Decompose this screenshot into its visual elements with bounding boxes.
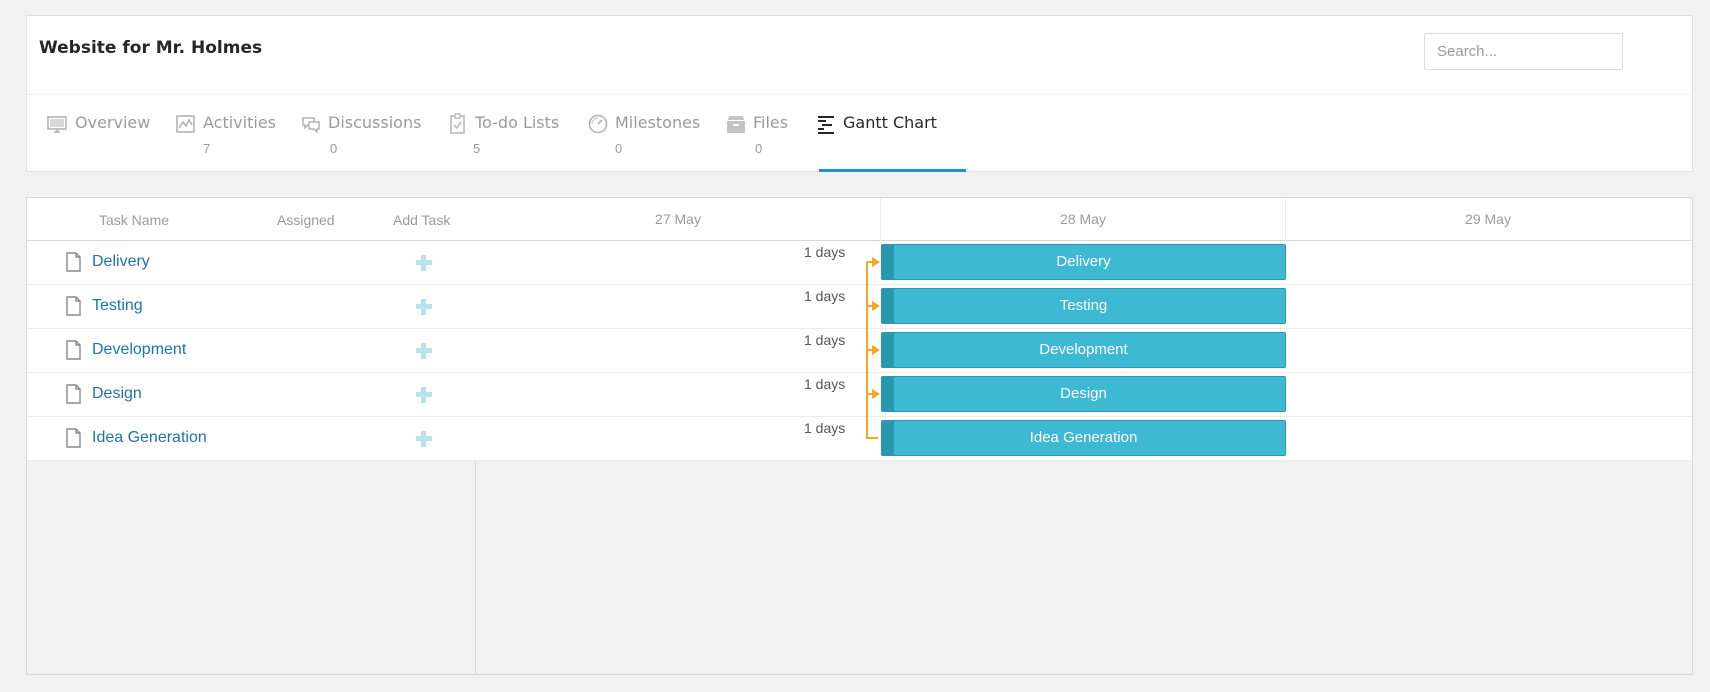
file-icon bbox=[66, 340, 81, 360]
task-bar[interactable]: Idea Generation bbox=[881, 420, 1286, 456]
duration-label: 1 days bbox=[804, 332, 846, 348]
task-row[interactable]: Testing bbox=[27, 285, 476, 329]
task-name-link[interactable]: Idea Generation bbox=[92, 429, 207, 447]
active-tab-indicator bbox=[819, 169, 966, 172]
tab-label: Milestones bbox=[615, 113, 701, 132]
monitor-icon bbox=[47, 116, 67, 133]
grid-header: Task Name Assigned Add Task bbox=[27, 198, 476, 241]
task-name-link[interactable]: Testing bbox=[92, 297, 143, 315]
tab-milestones[interactable]: Milestones 0 bbox=[587, 111, 712, 171]
add-task-button[interactable] bbox=[414, 297, 434, 317]
tab-count: 0 bbox=[615, 141, 623, 156]
task-bar[interactable]: Delivery bbox=[881, 244, 1286, 280]
gauge-icon bbox=[588, 114, 608, 134]
task-bar-progress bbox=[882, 289, 894, 323]
task-bar-label: Delivery bbox=[1056, 253, 1111, 270]
tab-overview[interactable]: Overview bbox=[47, 111, 151, 171]
clipboard-icon bbox=[450, 113, 465, 134]
task-bar[interactable]: Design bbox=[881, 376, 1286, 412]
timeline-row: 1 days Testing bbox=[476, 285, 1692, 329]
gantt-chart: Task Name Assigned Add Task Delivery Test… bbox=[26, 197, 1693, 675]
tab-count: 0 bbox=[755, 141, 763, 156]
task-bar-progress bbox=[882, 245, 894, 279]
tab-gantt-chart[interactable]: Gantt Chart bbox=[815, 111, 965, 171]
task-bar[interactable]: Testing bbox=[881, 288, 1286, 324]
tab-label: Files bbox=[753, 113, 789, 132]
file-icon bbox=[66, 252, 81, 272]
gantt-icon bbox=[818, 116, 834, 134]
archive-icon bbox=[727, 116, 745, 133]
add-task-button[interactable] bbox=[414, 385, 434, 405]
task-bar-label: Development bbox=[1039, 341, 1128, 358]
tab-label: Discussions bbox=[328, 113, 422, 132]
task-bar[interactable]: Development bbox=[881, 332, 1286, 368]
task-grid: Task Name Assigned Add Task Delivery Test… bbox=[27, 198, 476, 674]
project-header: Website for Mr. Holmes Overview Activiti… bbox=[26, 15, 1693, 172]
task-bar-label: Idea Generation bbox=[1029, 429, 1138, 446]
duration-label: 1 days bbox=[804, 288, 846, 304]
date-cell: 28 May bbox=[881, 198, 1286, 241]
header-divider bbox=[27, 94, 1692, 95]
file-icon bbox=[66, 428, 81, 448]
task-name-link[interactable]: Development bbox=[92, 341, 186, 359]
duration-label: 1 days bbox=[804, 420, 846, 436]
project-title: Website for Mr. Holmes bbox=[39, 38, 263, 58]
task-row[interactable]: Idea Generation bbox=[27, 417, 476, 461]
tab-count: 0 bbox=[330, 141, 338, 156]
column-task-name[interactable]: Task Name bbox=[99, 212, 169, 228]
task-row[interactable]: Design bbox=[27, 373, 476, 417]
tab-discussions[interactable]: Discussions 0 bbox=[300, 111, 430, 171]
tab-label: Overview bbox=[75, 113, 151, 132]
timeline-header: 27 May 28 May 29 May bbox=[476, 198, 1692, 241]
activity-chart-icon bbox=[176, 115, 195, 133]
task-row[interactable]: Delivery bbox=[27, 241, 476, 285]
file-icon bbox=[66, 384, 81, 404]
duration-label: 1 days bbox=[804, 376, 846, 392]
timeline-panel: 27 May 28 May 29 May 1 days Delivery 1 day… bbox=[476, 198, 1692, 674]
task-row[interactable]: Development bbox=[27, 329, 476, 373]
tab-todo-lists[interactable]: To-do Lists 5 bbox=[447, 111, 567, 171]
timeline-row: 1 days Design bbox=[476, 373, 1692, 417]
timeline-row: 1 days Idea Generation bbox=[476, 417, 1692, 461]
tab-count: 7 bbox=[203, 141, 211, 156]
task-bar-progress bbox=[882, 333, 894, 367]
tab-count: 5 bbox=[473, 141, 481, 156]
task-name-link[interactable]: Design bbox=[92, 385, 142, 403]
chat-bubbles-icon bbox=[302, 117, 320, 134]
tab-activities[interactable]: Activities 7 bbox=[175, 111, 285, 171]
task-bar-progress bbox=[882, 421, 894, 455]
task-bar-progress bbox=[882, 377, 894, 411]
timeline-row: 1 days Delivery bbox=[476, 241, 1692, 285]
tab-files[interactable]: Files 0 bbox=[725, 111, 800, 171]
tab-label: To-do Lists bbox=[475, 113, 560, 132]
task-name-link[interactable]: Delivery bbox=[92, 253, 150, 271]
timeline-row: 1 days Development bbox=[476, 329, 1692, 373]
add-task-button[interactable] bbox=[414, 253, 434, 273]
add-task-button[interactable] bbox=[414, 429, 434, 449]
tab-label: Gantt Chart bbox=[843, 113, 937, 132]
search-input[interactable] bbox=[1424, 33, 1623, 70]
add-task-button[interactable] bbox=[414, 341, 434, 361]
duration-label: 1 days bbox=[804, 244, 846, 260]
date-cell: 27 May bbox=[476, 198, 881, 241]
task-bar-label: Design bbox=[1060, 385, 1107, 402]
tab-label: Activities bbox=[203, 113, 276, 132]
file-icon bbox=[66, 296, 81, 316]
task-bar-label: Testing bbox=[1059, 297, 1108, 314]
date-cell: 29 May bbox=[1286, 198, 1691, 241]
column-assigned[interactable]: Assigned bbox=[277, 212, 335, 228]
column-add-task: Add Task bbox=[393, 212, 451, 228]
